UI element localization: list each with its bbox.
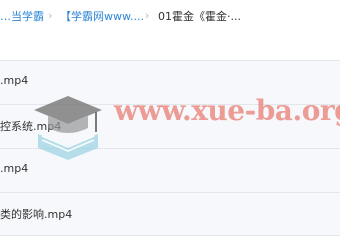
breadcrumb-item-current[interactable]: 01霍金《霍金·...	[158, 10, 241, 24]
file-row[interactable]: 控系统.mp4	[0, 104, 340, 148]
file-name[interactable]: 类的影响.mp4	[0, 206, 72, 222]
file-list: .mp4 控系统.mp4 .mp4 类的影响.mp4	[0, 60, 340, 236]
file-row[interactable]: .mp4	[0, 148, 340, 192]
file-name[interactable]: .mp4	[0, 74, 28, 87]
breadcrumb-item-xueba[interactable]: …当学霸	[0, 10, 44, 24]
file-row[interactable]: 类的影响.mp4	[0, 192, 340, 236]
file-name[interactable]: 控系统.mp4	[0, 118, 61, 134]
breadcrumb: …当学霸 › 【学霸网www.... › 01霍金《霍金·...	[0, 0, 340, 44]
breadcrumb-separator: ›	[145, 9, 150, 22]
file-row[interactable]: .mp4	[0, 60, 340, 104]
breadcrumb-separator: ›	[48, 9, 53, 22]
file-name[interactable]: .mp4	[0, 162, 28, 175]
breadcrumb-item-xuebawang[interactable]: 【学霸网www....	[60, 10, 144, 24]
